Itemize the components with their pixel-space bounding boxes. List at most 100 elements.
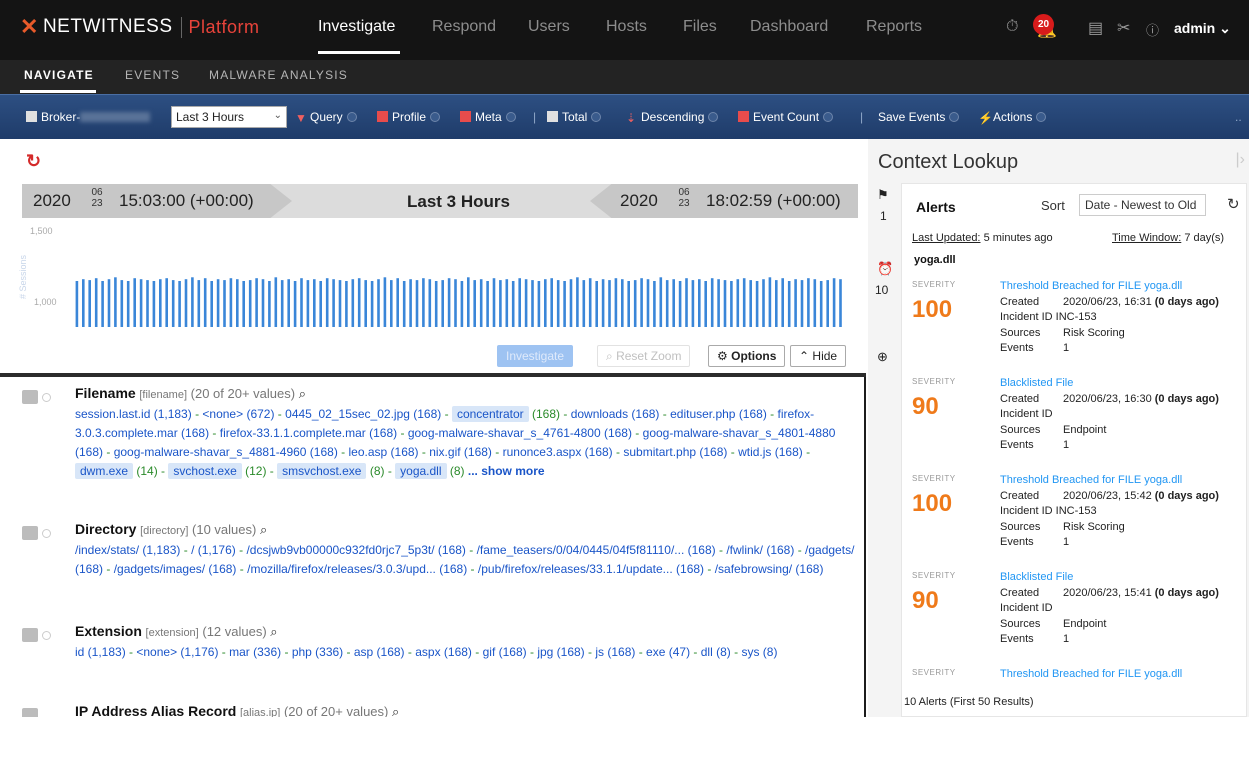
subnav-malware-analysis[interactable]: MALWARE ANALYSIS [209,68,348,82]
meta-value[interactable]: <none> (1,176) [136,645,218,659]
chart-bar[interactable] [505,279,509,327]
chart-bar[interactable] [601,279,605,327]
chart-bar[interactable] [422,278,425,327]
meta-value[interactable]: /index/stats/ (1,183) [75,543,180,557]
chart-bar[interactable] [332,279,335,327]
alert-name-link[interactable]: Threshold Breached for FILE yoga.dll [1000,474,1182,486]
sessions-bar-chart[interactable] [74,235,844,343]
meta-key-icon[interactable] [22,628,38,642]
chart-bar[interactable] [236,279,239,327]
chart-bar[interactable] [691,280,695,327]
chart-bar[interactable] [319,281,322,327]
search-icon[interactable]: ⌕ [260,522,267,537]
profile-menu[interactable]: Profile [377,110,441,124]
chart-bar[interactable] [672,279,675,327]
chart-bar[interactable] [544,279,547,327]
chart-bar[interactable] [742,278,746,327]
timer-icon[interactable]: ⏱ [1006,18,1018,36]
chart-bar[interactable] [274,277,278,327]
chart-bar[interactable] [781,278,784,327]
tools-icon[interactable]: ✂ [1117,18,1130,38]
chart-bar[interactable] [268,281,271,327]
meta-value[interactable]: 0445_02_15sec_02.jpg (168) [285,407,441,421]
chart-bar[interactable] [133,278,136,327]
chart-bar[interactable] [787,281,791,327]
chart-bar[interactable] [614,278,618,327]
meta-value[interactable]: /pub/firefox/releases/33.1.1/update... (… [478,562,704,576]
nav-files[interactable]: Files [683,18,717,36]
actions-menu[interactable]: ⚡Actions [978,110,1047,125]
chart-bar[interactable] [377,279,380,327]
reset-zoom-button[interactable]: ⌕ Reset Zoom [597,345,691,367]
refresh-icon[interactable]: ↻ [1227,195,1240,213]
alert-item[interactable]: SEVERITY 90 Blacklisted File Created 2020/06… [912,377,1248,475]
meta-value[interactable]: php (336) [292,645,343,659]
chart-bar[interactable] [723,280,727,327]
chart-bar[interactable] [813,279,817,327]
chart-bar[interactable] [762,279,765,327]
chart-bar[interactable] [178,281,181,327]
chart-bar[interactable] [627,281,630,327]
meta-value[interactable]: dwm.exe [75,463,134,479]
chart-bar[interactable] [114,277,117,327]
chart-bar[interactable] [88,280,91,327]
chart-bar[interactable] [839,279,842,327]
total-menu[interactable]: Total [547,110,602,124]
save-events-menu[interactable]: Save Events [878,110,960,124]
meta-value[interactable]: exe (47) [646,645,690,659]
chart-bar[interactable] [563,281,566,327]
chart-bar[interactable] [556,280,560,327]
chart-bar[interactable] [768,277,772,327]
meta-value[interactable]: edituser.php (168) [670,407,767,421]
meta-value[interactable]: <none> (672) [202,407,274,421]
chart-bar[interactable] [415,280,419,327]
chart-bar[interactable] [800,280,804,327]
chart-bar[interactable] [293,281,297,327]
chart-bar[interactable] [537,281,541,327]
chart-bar[interactable] [126,281,130,327]
chart-bar[interactable] [383,277,387,327]
netwitness-logo[interactable]: ✕ NETWITNESS Platform [20,14,260,40]
chart-bar[interactable] [152,281,156,327]
nav-reports[interactable]: Reports [866,18,922,36]
meta-value[interactable]: /safebrowsing/ (168) [715,562,824,576]
chart-bar[interactable] [755,281,759,327]
meta-value[interactable]: jpg (168) [537,645,584,659]
chart-bar[interactable] [210,281,213,327]
alert-item[interactable]: SEVERITY 90 Blacklisted File Created 2020/06… [912,571,1248,669]
meta-menu[interactable]: Meta [460,110,516,124]
chart-bar[interactable] [370,281,374,327]
chart-bar[interactable] [710,278,714,327]
meta-value[interactable]: id (1,183) [75,645,126,659]
sort-order-menu[interactable]: ⇣ Descending [626,110,719,125]
search-icon[interactable]: ⌕ [299,386,306,401]
meta-value[interactable]: js (168) [595,645,635,659]
meta-value[interactable]: concentrator [451,406,529,422]
chart-bar[interactable] [653,281,656,327]
nav-respond[interactable]: Respond [432,18,496,36]
chart-bar[interactable] [434,281,438,327]
nav-dashboard[interactable]: Dashboard [750,18,828,36]
chart-bar[interactable] [467,277,470,327]
meta-value[interactable]: / (1,176) [191,543,236,557]
chart-bar[interactable] [101,281,104,327]
help-icon[interactable]: ⓘ [1146,20,1159,39]
chart-bar[interactable] [159,279,162,327]
meta-key-name[interactable]: IP Address Alias Record [75,703,236,717]
chart-bar[interactable] [313,279,316,327]
chart-bar[interactable] [229,278,233,327]
meta-key-icon[interactable] [22,526,38,540]
chart-bar[interactable] [775,280,778,327]
meta-value[interactable]: gif (168) [483,645,527,659]
chart-bar[interactable] [640,278,643,327]
alert-item[interactable]: SEVERITY 100 Threshold Breached for FILE y… [912,474,1248,572]
meta-value[interactable]: smsvchost.exe [277,463,367,479]
meta-value[interactable]: asp (168) [354,645,405,659]
chart-bar[interactable] [749,280,752,327]
meta-key-toggle-icon[interactable] [42,631,51,640]
chart-bar[interactable] [306,280,310,327]
meta-key-icon[interactable] [22,708,38,717]
chart-bar[interactable] [550,278,553,327]
chart-bar[interactable] [698,279,701,327]
chart-bar[interactable] [428,279,432,327]
